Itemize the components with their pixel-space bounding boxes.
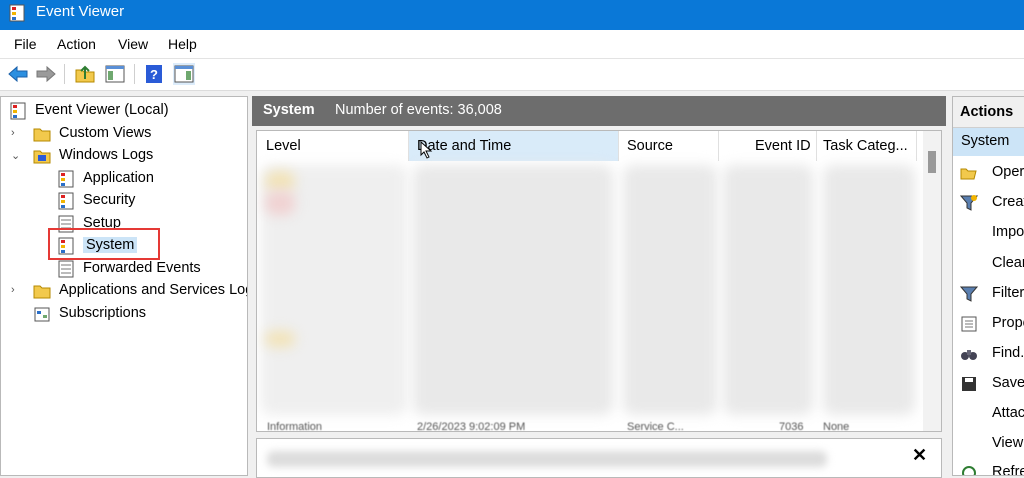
binoculars-icon bbox=[961, 350, 977, 360]
title-bar: Event Viewer bbox=[0, 0, 1024, 30]
open-folder-icon bbox=[960, 168, 977, 180]
navigation-tree: Event Viewer (Local) › Custom Views ⌄ Wi… bbox=[0, 96, 248, 476]
action-label: Save bbox=[992, 375, 1024, 391]
log-icon bbox=[58, 192, 74, 210]
menu-action[interactable]: Action bbox=[57, 36, 96, 52]
tree-label-application: Application bbox=[83, 170, 154, 186]
column-source-label: Source bbox=[627, 138, 673, 154]
events-table: Level Date and Time Source Event ID Task… bbox=[256, 130, 942, 432]
window-title: Event Viewer bbox=[36, 3, 125, 20]
row-source-partial: Service C... bbox=[627, 421, 684, 432]
action-label: Prope bbox=[992, 315, 1024, 331]
tree-label-custom-views: Custom Views bbox=[59, 125, 152, 141]
expand-chevron-icon[interactable]: › bbox=[11, 127, 15, 139]
log-icon bbox=[58, 170, 74, 188]
tree-label-root: Event Viewer (Local) bbox=[35, 102, 169, 118]
action-label: Filter bbox=[992, 285, 1024, 301]
center-pane: System Number of events: 36,008 Level Da… bbox=[252, 96, 946, 478]
action-view[interactable]: View bbox=[953, 430, 1024, 458]
folder-icon bbox=[33, 285, 51, 299]
action-refresh[interactable]: Refre bbox=[953, 459, 1024, 476]
filter-icon bbox=[960, 286, 978, 302]
folder-up-icon[interactable] bbox=[74, 63, 96, 85]
tree-label-apps-services: Applications and Services Log bbox=[59, 282, 248, 298]
folder-icon bbox=[33, 128, 51, 142]
column-level-label: Level bbox=[266, 138, 301, 154]
log-name: System bbox=[263, 102, 315, 118]
show-hide-tree-icon[interactable] bbox=[104, 63, 126, 85]
actions-title: Actions bbox=[960, 104, 1014, 120]
column-date-time[interactable]: Date and Time bbox=[409, 131, 619, 161]
row-date-partial: 2/26/2023 9:02:09 PM bbox=[417, 421, 526, 432]
system-highlight-box bbox=[48, 228, 160, 260]
action-label: Impo bbox=[992, 224, 1024, 240]
action-label: View bbox=[992, 435, 1024, 451]
windows-logs-folder-icon bbox=[33, 150, 51, 164]
action-attach[interactable]: Attac bbox=[953, 400, 1024, 428]
svg-text:?: ? bbox=[150, 67, 158, 82]
log-icon bbox=[58, 260, 74, 278]
actions-section-label: System bbox=[961, 133, 1010, 149]
column-event-id-label: Event ID bbox=[755, 138, 811, 154]
event-detail-title bbox=[267, 451, 827, 467]
row-level-partial: Information bbox=[267, 421, 323, 432]
properties-icon bbox=[961, 316, 977, 332]
refresh-icon bbox=[962, 466, 976, 475]
row-task-partial: None bbox=[823, 421, 850, 432]
event-detail-pane: ✕ bbox=[256, 438, 942, 478]
subscriptions-icon bbox=[34, 307, 50, 322]
menu-file[interactable]: File bbox=[14, 36, 37, 52]
show-action-pane-icon[interactable] bbox=[173, 63, 195, 85]
column-level[interactable]: Level bbox=[257, 131, 409, 161]
mouse-cursor-icon bbox=[420, 141, 433, 159]
action-find[interactable]: Find... bbox=[953, 340, 1024, 368]
menu-view[interactable]: View bbox=[118, 36, 148, 52]
tree-label-security: Security bbox=[83, 192, 136, 208]
column-task-category[interactable]: Task Categ... bbox=[817, 131, 917, 161]
action-label: Refre bbox=[992, 464, 1024, 476]
save-icon bbox=[962, 377, 976, 391]
action-label: Oper bbox=[992, 164, 1024, 180]
collapse-chevron-icon[interactable]: ⌄ bbox=[11, 149, 20, 162]
back-arrow-icon[interactable] bbox=[7, 63, 29, 85]
vertical-scrollbar[interactable] bbox=[923, 131, 941, 431]
actions-section-system[interactable]: System bbox=[953, 128, 1024, 156]
column-task-category-label: Task Categ... bbox=[823, 138, 908, 154]
toolbar: ? bbox=[0, 58, 1024, 91]
action-import[interactable]: Impo bbox=[953, 219, 1024, 247]
action-label: Clear bbox=[992, 255, 1024, 271]
help-icon[interactable]: ? bbox=[143, 63, 165, 85]
action-clear[interactable]: Clear bbox=[953, 250, 1024, 278]
expand-chevron-icon[interactable]: › bbox=[11, 284, 15, 296]
tree-label-windows-logs: Windows Logs bbox=[59, 147, 154, 163]
menu-bar: File Action View Help bbox=[0, 30, 1024, 58]
tree-label-forwarded-events: Forwarded Events bbox=[83, 260, 201, 276]
event-count: Number of events: 36,008 bbox=[335, 102, 502, 118]
action-label: Attac bbox=[992, 405, 1024, 421]
action-open[interactable]: Oper bbox=[953, 159, 1024, 187]
action-create[interactable]: Creat bbox=[953, 189, 1024, 217]
scroll-thumb[interactable] bbox=[928, 151, 936, 173]
action-filter[interactable]: Filter bbox=[953, 280, 1024, 308]
actions-pane: Actions System Oper Creat Impo Clear Fil… bbox=[952, 96, 1024, 476]
row-event-id-partial: 7036 bbox=[779, 421, 804, 432]
action-label: Find... bbox=[992, 345, 1024, 361]
event-viewer-icon bbox=[10, 102, 26, 120]
column-source[interactable]: Source bbox=[619, 131, 719, 161]
forward-arrow-icon[interactable] bbox=[35, 63, 57, 85]
action-label: Creat bbox=[992, 194, 1024, 210]
event-viewer-app-icon bbox=[9, 4, 25, 22]
close-icon[interactable]: ✕ bbox=[912, 445, 927, 466]
action-properties[interactable]: Prope bbox=[953, 310, 1024, 338]
tree-label-subscriptions: Subscriptions bbox=[59, 305, 147, 321]
action-save[interactable]: Save bbox=[953, 370, 1024, 398]
column-event-id[interactable]: Event ID bbox=[719, 131, 817, 161]
log-header: System Number of events: 36,008 bbox=[252, 96, 946, 126]
actions-header: Actions bbox=[953, 97, 1024, 128]
create-filter-icon bbox=[960, 195, 978, 211]
menu-help[interactable]: Help bbox=[168, 36, 197, 52]
